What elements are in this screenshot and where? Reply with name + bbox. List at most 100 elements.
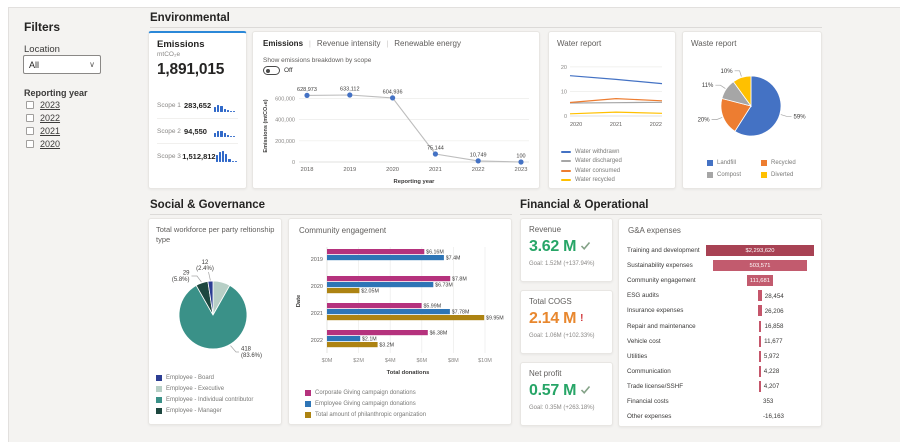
legend-item[interactable]: Water recycled (561, 177, 622, 185)
chart-label: 2022 (650, 122, 662, 128)
chart-label: 2023 (515, 167, 528, 173)
bar (759, 350, 761, 362)
legend-label: Employee - Individual contributor (166, 396, 254, 403)
chart-label: $9.95M (486, 315, 504, 321)
waste-pie-chart: 59% 20% 11% 10% (698, 69, 806, 137)
checkbox-icon[interactable] (26, 127, 34, 135)
workforce-card: Total workforce per party reltionship ty… (148, 218, 282, 425)
expense-label: Sustainability expenses (627, 262, 693, 270)
legend-item[interactable]: Employee - Manager (156, 407, 253, 415)
bar (327, 315, 485, 321)
chart-label: 2021 (311, 311, 323, 317)
tab-revenue-intensity[interactable]: Revenue intensity (317, 39, 381, 48)
community-engagement-title: Community engagement (299, 226, 387, 235)
workforce-pie-chart: 418(83.6%) 29(5.8%) 12(2.4%) (172, 260, 262, 359)
toggle-state-label: Off (284, 67, 293, 74)
legend-item[interactable]: Water discharged (561, 158, 622, 166)
legend-item[interactable]: Landfill (707, 159, 761, 167)
legend-item[interactable]: Total amount of philanthropic organizati… (305, 411, 426, 419)
chart-label: 418 (241, 347, 252, 353)
chart-label: $2M (353, 358, 364, 364)
checkbox-icon[interactable] (26, 101, 34, 109)
chart-label: 10,749 (470, 152, 487, 158)
expense-row: Financial costs 353 (627, 394, 815, 409)
expense-value: 4,228 (763, 368, 780, 376)
legend-item[interactable]: Employee Giving campaign donations (305, 400, 426, 408)
legend-item[interactable]: Water consumed (561, 167, 622, 175)
tab-emissions[interactable]: Emissions (263, 39, 303, 48)
location-dropdown[interactable]: All ∨ (23, 55, 101, 74)
line-series (569, 101, 663, 104)
bar-zone: 111,681 (705, 275, 815, 287)
check-icon (580, 384, 591, 398)
legend-label: Recycled (771, 159, 796, 166)
legend-item[interactable]: Corporate Giving campaign donations (305, 389, 426, 397)
reporting-year-option[interactable]: 2023 (26, 100, 60, 110)
bar-zone: -16,163 (705, 411, 815, 422)
legend-label: Compost (717, 172, 742, 179)
spark-bar (220, 131, 223, 137)
legend-marker (561, 160, 571, 163)
legend-item[interactable]: Employee - Board (156, 374, 253, 382)
data-point (304, 92, 310, 98)
reporting-year-option[interactable]: 2021 (26, 126, 60, 136)
legend-item[interactable]: Diverted (761, 172, 815, 180)
bar (327, 288, 360, 294)
legend-marker (707, 172, 713, 179)
checkbox-icon[interactable] (26, 114, 34, 122)
waste-legend: Landfill Recycled Compost Diverted (707, 159, 815, 179)
chart-label: 2021 (610, 122, 622, 128)
expense-value: -16,163 (763, 413, 784, 421)
scope-label: Scope 1 (157, 102, 181, 109)
legend-item[interactable]: Employee - Executive (156, 385, 253, 393)
total-cogs-value: 2.14 M (529, 310, 577, 327)
reporting-year-option[interactable]: 2020 (26, 139, 60, 149)
expense-row: Training and development $2,293,620 (627, 243, 815, 258)
toggle-switch[interactable] (263, 66, 280, 75)
legend-item[interactable]: Water withdrawn (561, 148, 622, 156)
emissions-line-chart: 0 200,000 400,000 600,000628,973 2018 633,112… (263, 86, 529, 185)
chart-label: 633,112 (340, 86, 359, 92)
chart-label: 400,000 (275, 118, 295, 124)
expense-label: Repair and maintenance (627, 322, 696, 330)
legend-item[interactable]: Employee - Individual contributor (156, 396, 253, 404)
tab-renewable-energy[interactable]: Renewable energy (394, 39, 461, 48)
spark-bar (217, 104, 220, 112)
revenue-kpi-card: Revenue 3.62 M Goal: 1.52M (+137.94%) (520, 218, 613, 282)
bar (327, 276, 451, 282)
net-profit-value: 0.57 M (529, 382, 577, 399)
bar (327, 309, 450, 315)
waste-report-card: Waste report 59% 20% 11% 10% Landfill Recycl… (682, 31, 822, 189)
filters-panel-title: Filters (24, 20, 61, 34)
spark-bar (228, 159, 231, 162)
emissions-tab-bar: Emissions | Revenue intensity | Renewable en… (263, 39, 461, 48)
legend-marker (305, 411, 311, 418)
chart-label: 100 (516, 153, 525, 159)
legend-item[interactable]: Compost (707, 172, 761, 180)
chart-label: $3.2M (379, 342, 394, 348)
legend-item[interactable]: Recycled (761, 159, 815, 167)
checkbox-icon[interactable] (26, 140, 34, 148)
chart-label: 628,973 (297, 87, 317, 93)
data-point (518, 159, 524, 165)
legend-marker (305, 389, 311, 396)
section-divider (150, 27, 822, 28)
bar-zone: 5,972 (705, 350, 815, 362)
emissions-total-value: 1,891,015 (157, 61, 225, 78)
spark-bar (233, 110, 236, 112)
spark-bar (217, 131, 220, 137)
chart-label: 2021 (429, 167, 442, 173)
bar (327, 255, 444, 261)
spark-bar (223, 133, 226, 137)
bar-zone: 4,207 (705, 380, 815, 392)
chart-label: (83.6%) (241, 353, 262, 359)
revenue-value-row: 3.62 M (529, 238, 604, 256)
scope-row: Scope 3 1,512,812 (157, 143, 238, 168)
total-cogs-title: Total COGS (529, 297, 572, 306)
water-report-card: Water report 0 10 20 2020 2021 2022 Water wit… (548, 31, 676, 189)
sparkline-bars (215, 150, 238, 162)
section-title-financial-operational: Financial & Operational (520, 199, 649, 211)
reporting-year-option[interactable]: 2022 (26, 113, 60, 123)
total-cogs-kpi-card: Total COGS 2.14 M ! Goal: 1.06M (+102.33… (520, 290, 613, 354)
chart-label: 600,000 (275, 96, 295, 102)
